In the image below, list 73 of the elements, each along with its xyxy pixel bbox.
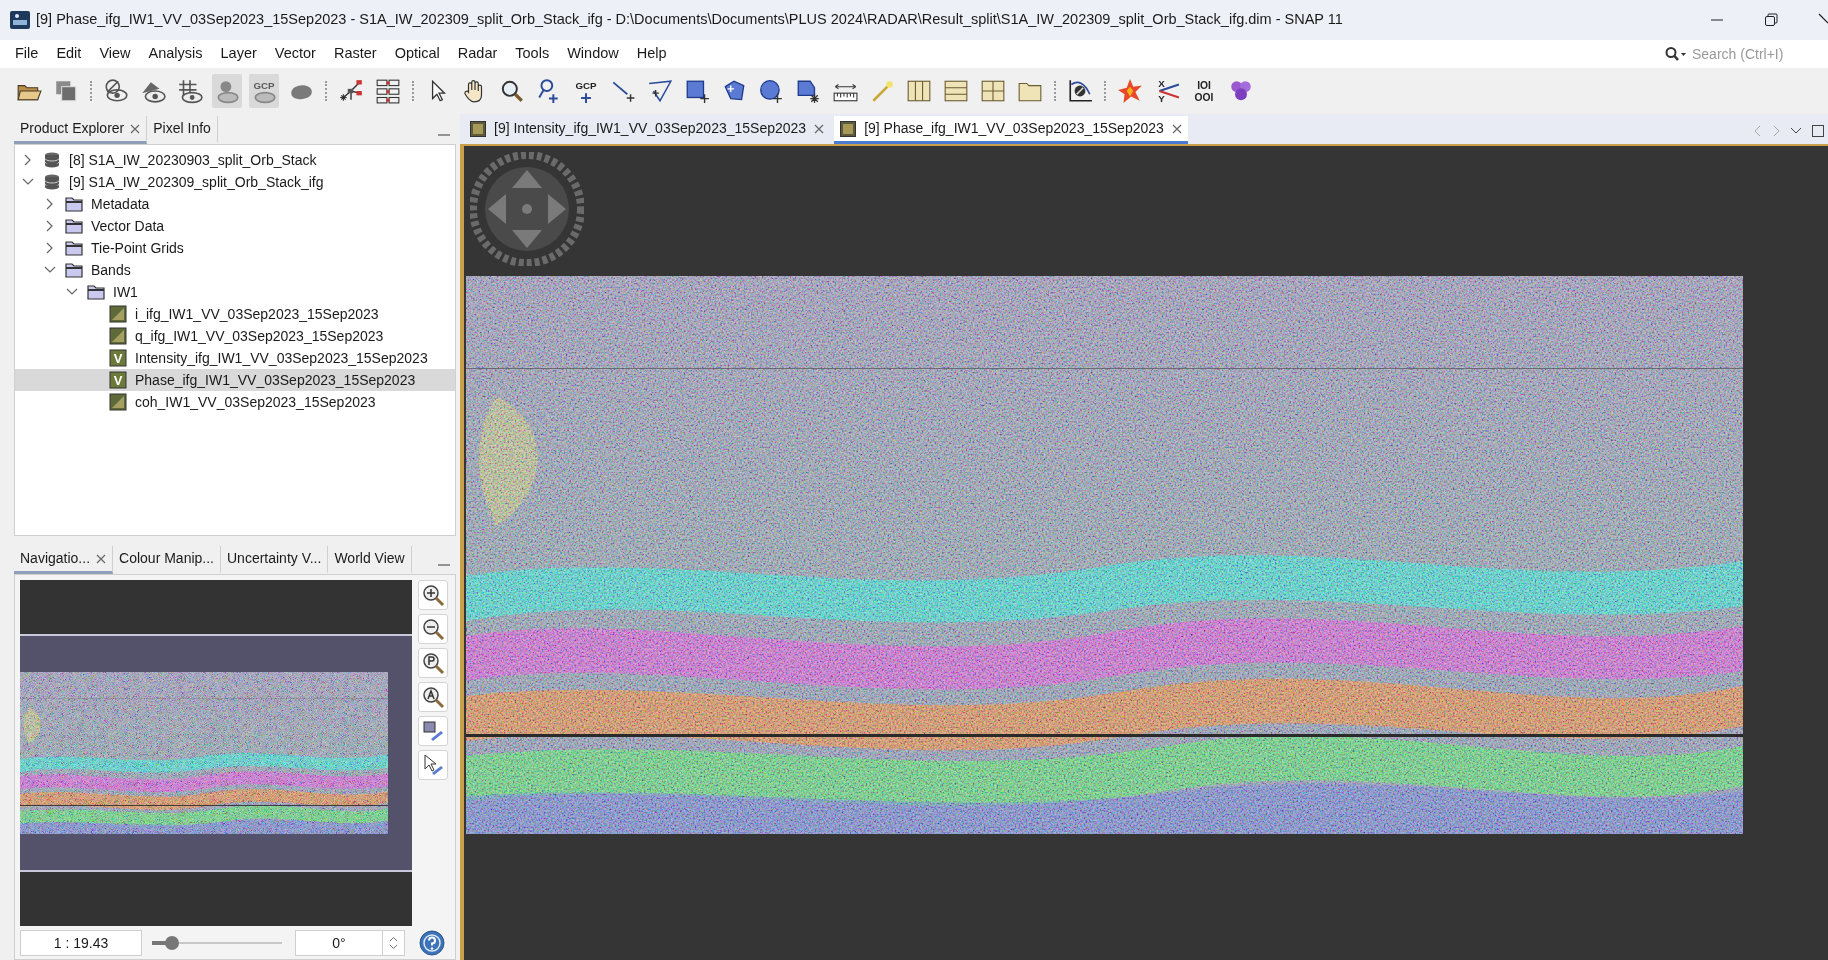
database-icon: [43, 173, 61, 191]
shape-select-icon: [795, 78, 821, 104]
navigation-canvas[interactable]: [20, 580, 412, 926]
menu-item[interactable]: View: [90, 42, 140, 66]
zoom-field[interactable]: 1 : 19.43: [20, 930, 142, 956]
profile-plot-icon: [1067, 78, 1093, 104]
maximize-icon[interactable]: [1812, 125, 1824, 137]
rotation-field[interactable]: 0°: [295, 930, 383, 956]
folder-icon: [65, 239, 83, 257]
band-icon: [109, 327, 127, 345]
grid-eye-icon: [177, 78, 203, 104]
chevron-down-icon[interactable]: [1790, 127, 1802, 135]
stack-icon: [53, 78, 79, 104]
search-icon[interactable]: [1664, 46, 1688, 62]
image-band-icon: [840, 120, 857, 137]
help-icon[interactable]: [419, 930, 445, 956]
tree-item[interactable]: V Phase_ifg_IW1_VV_03Sep2023_15Sep2023: [15, 369, 455, 391]
band-icon: [109, 305, 127, 323]
pan-compass-icon[interactable]: [470, 152, 584, 266]
virtual-band-icon: V: [109, 349, 127, 367]
zoom-out-icon: [421, 617, 445, 641]
columns-icon: [906, 78, 932, 104]
zoom-icon: [499, 78, 525, 104]
zoom-pixel-icon: [421, 651, 445, 675]
menu-item[interactable]: Vector: [265, 42, 325, 66]
menu-item[interactable]: Radar: [448, 42, 507, 66]
window-title: [9] Phase_ifg_IW1_VV_03Sep2023_15Sep2023 - S1A_IW_202309_split_Orb_Stack_ifg - D:\Documents\Documents\PLUS 2024\RADAR\Result_split\S1A_IW_202309_split_Orb_Stack_ifg.dim - SNAP 11: [36, 10, 1343, 30]
folder-icon: [65, 217, 83, 235]
virtual-band-icon: V: [109, 371, 127, 389]
tiles-icon: [980, 78, 1006, 104]
spark-star-icon: [1117, 78, 1143, 104]
navigation-tool-button[interactable]: [418, 682, 448, 712]
navigation-tool-button[interactable]: [418, 614, 448, 644]
node-grid-icon: [375, 78, 401, 104]
sync-view-icon: [421, 719, 445, 743]
navigation-tool-button[interactable]: [418, 716, 448, 746]
editor-tab[interactable]: [9] Phase_ifg_IW1_VV_03Sep2023_15Sep2023: [834, 116, 1188, 144]
navigation-tool-button[interactable]: [418, 648, 448, 678]
navigation-tool-button[interactable]: [418, 750, 448, 780]
minimize-icon[interactable]: [438, 132, 450, 138]
slider-thumb[interactable]: [164, 936, 179, 950]
sync-cursor-icon: [421, 753, 445, 777]
menu-item[interactable]: Layer: [211, 42, 266, 66]
menu-item[interactable]: Raster: [324, 42, 386, 66]
ellipse-icon: [758, 78, 784, 104]
restore-icon[interactable]: [1764, 13, 1778, 27]
folder-icon: [65, 195, 83, 213]
database-icon: [43, 151, 61, 169]
menu-item[interactable]: Analysis: [139, 42, 212, 66]
graph-icon: [338, 78, 364, 104]
menu-item[interactable]: Edit: [47, 42, 91, 66]
eye-slash-icon: [103, 78, 129, 104]
editor-tab[interactable]: [9] Intensity_ifg_IW1_VV_03Sep2023_15Sep2023: [464, 116, 831, 144]
menu-item[interactable]: Window: [558, 42, 628, 66]
rows-icon: [943, 78, 969, 104]
band-icon: [109, 393, 127, 411]
zoom-all-icon: [421, 685, 445, 709]
menu-item[interactable]: Optical: [385, 42, 449, 66]
spinner-icon[interactable]: [383, 930, 405, 956]
menu-item[interactable]: Help: [627, 42, 676, 66]
minimize-icon[interactable]: [438, 562, 450, 568]
menu-item[interactable]: Tools: [506, 42, 559, 66]
image-band-icon: [470, 120, 486, 137]
zoom-slider[interactable]: [152, 935, 282, 951]
folder-icon: [87, 283, 105, 301]
app-icon: [10, 11, 30, 29]
rectangle-icon: [684, 78, 710, 104]
folder-icon: [65, 261, 83, 279]
image-view[interactable]: [460, 144, 1828, 960]
zoom-in-icon: [421, 583, 445, 607]
menu-item[interactable]: File: [6, 42, 48, 66]
navigation-tool-button[interactable]: [418, 580, 448, 610]
polyline-icon: [647, 78, 673, 104]
